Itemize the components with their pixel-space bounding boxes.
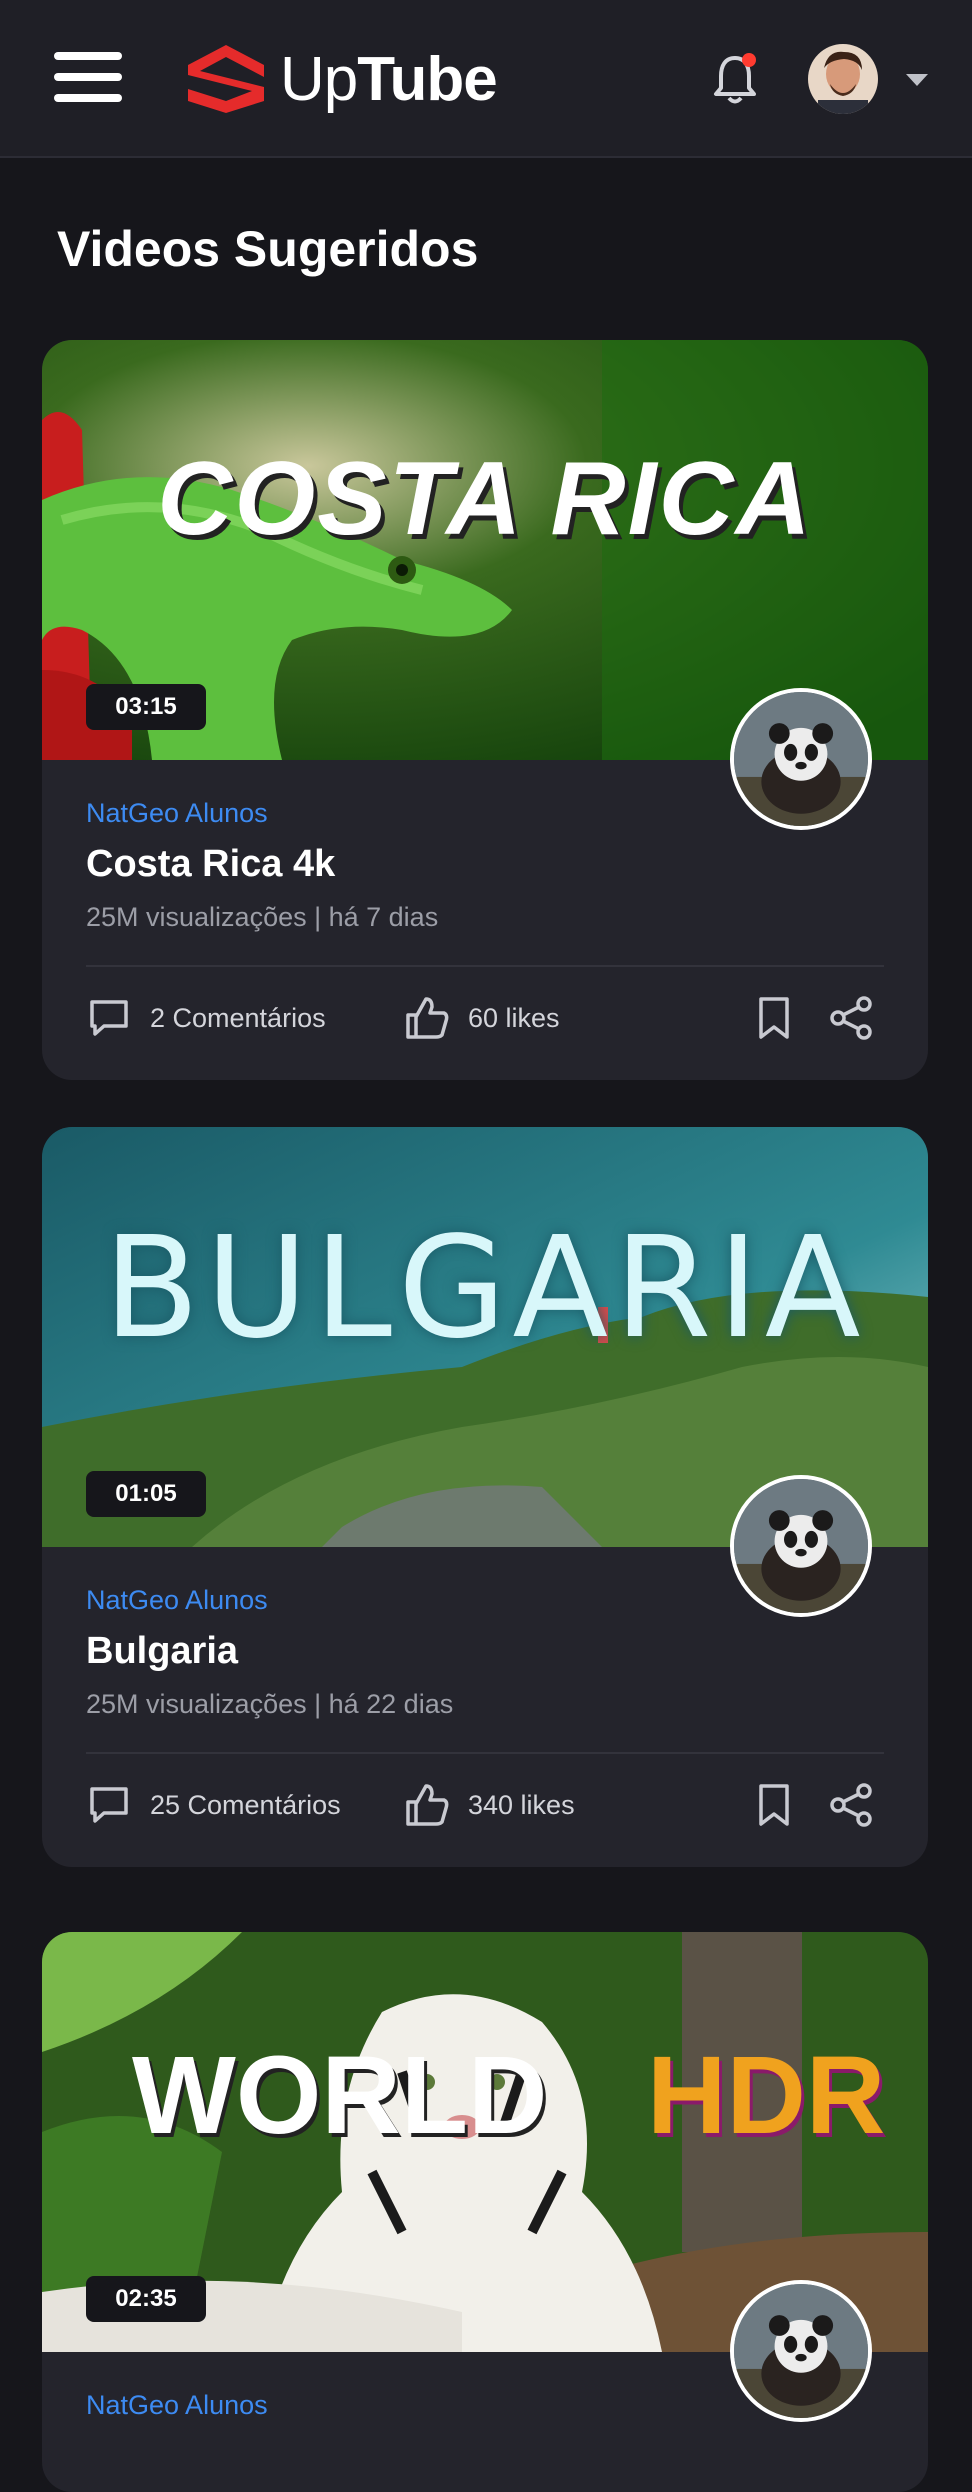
video-duration-badge: 01:05	[86, 1471, 206, 1517]
video-card: WORLD HDR 02:35 NatGeo Alunos	[42, 1932, 928, 2492]
comments-count: 25 Comentários	[150, 1789, 341, 1820]
bookmark-icon[interactable]	[751, 1782, 797, 1828]
like-button[interactable]: 60 likes	[404, 995, 560, 1041]
bookmark-icon[interactable]	[751, 995, 797, 1041]
video-meta: 25M visualizações | há 7 dias	[86, 902, 439, 932]
logo-text-bold: Tube	[357, 44, 497, 114]
comments-button[interactable]: 25 Comentários	[86, 1782, 341, 1828]
video-duration-badge: 03:15	[86, 684, 206, 730]
uptube-logo[interactable]: UpTube	[182, 34, 498, 124]
channel-name[interactable]: NatGeo Alunos	[86, 2390, 884, 2421]
thumbnail-title: BULGARIA	[103, 1207, 867, 1370]
notifications-bell-icon[interactable]	[712, 50, 758, 106]
notification-dot	[742, 53, 756, 67]
user-avatar[interactable]	[808, 44, 878, 114]
share-icon[interactable]	[828, 1782, 874, 1828]
video-card: COSTA RICA 03:15 NatGeo Alunos Costa Ric…	[42, 340, 928, 1080]
comments-button[interactable]: 2 Comentários	[86, 995, 326, 1041]
thumbs-up-icon	[406, 997, 449, 1039]
share-icon[interactable]	[828, 995, 874, 1041]
video-meta: 25M visualizações | há 22 dias	[86, 1689, 454, 1719]
likes-count: 340 likes	[468, 1789, 575, 1820]
channel-name[interactable]: NatGeo Alunos	[86, 1585, 884, 1616]
channel-name[interactable]: NatGeo Alunos	[86, 798, 884, 829]
likes-count: 60 likes	[468, 1002, 560, 1033]
like-button[interactable]: 340 likes	[404, 1782, 575, 1828]
thumbnail-title-world: WORLD	[132, 2034, 548, 2157]
top-bar: UpTube	[0, 0, 972, 158]
video-title[interactable]: Bulgaria	[86, 1630, 884, 1673]
thumbs-up-icon	[406, 1784, 449, 1826]
comment-icon	[90, 1000, 128, 1036]
thumbnail-title: COSTA RICA	[157, 441, 813, 557]
thumbnail-title-hdr: HDR	[647, 2034, 886, 2157]
video-card: BULGARIA 01:05 NatGeo Alunos Bulgaria 25…	[42, 1127, 928, 1867]
account-dropdown-caret-icon[interactable]	[906, 74, 928, 86]
page-title: Videos Sugeridos	[57, 221, 479, 277]
logo-text-light: Up	[280, 44, 358, 114]
comments-count: 2 Comentários	[150, 1002, 326, 1033]
comment-icon	[90, 1787, 128, 1823]
logo-mark-icon	[188, 45, 264, 113]
hamburger-menu-icon[interactable]	[54, 52, 122, 108]
video-duration-badge: 02:35	[86, 2276, 206, 2322]
logo-text: UpTube	[280, 44, 498, 115]
video-title[interactable]: Costa Rica 4k	[86, 843, 884, 886]
